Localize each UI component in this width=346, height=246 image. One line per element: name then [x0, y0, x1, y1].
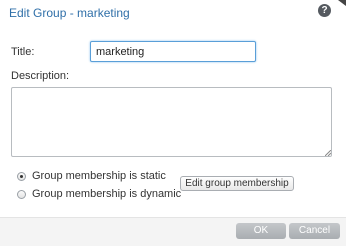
title-label: Title:	[11, 46, 35, 58]
membership-dynamic-option[interactable]: Group membership is dynamic	[17, 188, 181, 200]
edit-group-dialog: Edit Group - marketing ? Title: Descript…	[0, 0, 346, 246]
description-label: Description:	[11, 70, 70, 82]
membership-dynamic-label: Group membership is dynamic	[32, 188, 182, 200]
cancel-button[interactable]: Cancel	[289, 223, 340, 239]
help-icon[interactable]: ?	[318, 4, 331, 17]
description-textarea[interactable]	[11, 87, 332, 157]
corner-edge-icon	[338, 0, 346, 6]
dialog-footer: OK Cancel	[0, 217, 346, 246]
resize-grip-icon[interactable]	[325, 150, 331, 156]
radio-dynamic[interactable]	[17, 189, 26, 199]
dialog-titlebar: Edit Group - marketing ?	[0, 0, 346, 26]
ok-button[interactable]: OK	[236, 223, 286, 239]
membership-static-option[interactable]: Group membership is static	[17, 170, 166, 182]
title-input[interactable]	[90, 41, 256, 62]
edit-group-membership-button[interactable]: Edit group membership	[180, 176, 294, 191]
membership-static-label: Group membership is static	[32, 170, 166, 182]
radio-static[interactable]	[17, 171, 26, 181]
dialog-title: Edit Group - marketing	[9, 6, 130, 20]
